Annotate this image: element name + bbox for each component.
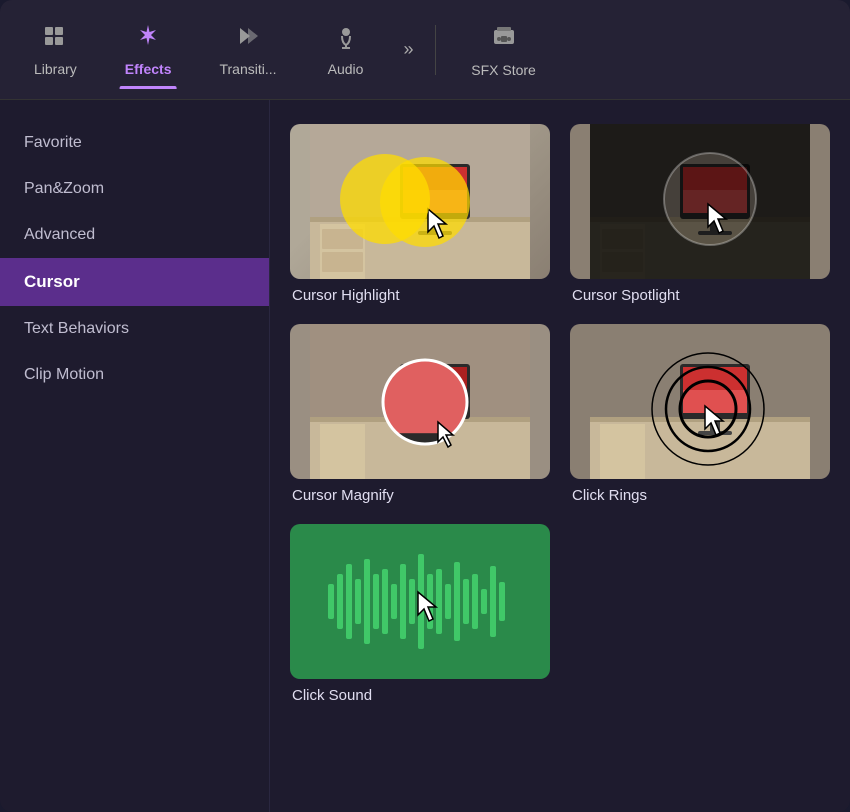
nav-item-library[interactable]: Library [10,11,101,89]
nav-items: Library Effects Transiti... [10,11,427,89]
sidebar: Favorite Pan&Zoom Advanced Cursor Text B… [0,100,270,812]
effect-item-cursor-highlight[interactable]: Cursor Highlight [290,124,550,304]
effect-label-click-rings: Click Rings [570,487,830,504]
effect-item-cursor-magnify[interactable]: Cursor Magnify [290,324,550,504]
sidebar-item-cursor[interactable]: Cursor [0,258,269,306]
sidebar-item-clip-motion[interactable]: Clip Motion [0,352,269,398]
nav-item-transitions[interactable]: Transiti... [195,11,300,89]
nav-label-transitions: Transiti... [219,61,276,77]
effect-item-click-rings[interactable]: Click Rings [570,324,830,504]
nav-label-effects: Effects [125,61,172,77]
effect-label-cursor-spotlight: Cursor Spotlight [570,287,830,304]
nav-divider [435,25,436,75]
nav-label-audio: Audio [328,61,364,77]
top-nav: Library Effects Transiti... [0,0,850,100]
effect-item-click-sound[interactable]: Click Sound [290,524,550,704]
library-icon [42,23,68,55]
sidebar-item-pan-zoom[interactable]: Pan&Zoom [0,166,269,212]
effect-thumb-cursor-spotlight [570,124,830,279]
effect-thumb-cursor-magnify [290,324,550,479]
nav-item-sfx[interactable]: SFX Store [444,10,564,90]
sidebar-item-advanced[interactable]: Advanced [0,212,269,258]
app-container: Library Effects Transiti... [0,0,850,812]
nav-item-effects[interactable]: Effects [101,11,196,89]
main-content: Favorite Pan&Zoom Advanced Cursor Text B… [0,100,850,812]
effect-thumb-click-sound [290,524,550,679]
effect-thumb-cursor-highlight [290,124,550,279]
audio-icon [333,23,359,55]
effect-label-click-sound: Click Sound [290,687,550,704]
effect-label-cursor-highlight: Cursor Highlight [290,287,550,304]
nav-label-library: Library [34,61,77,77]
effect-label-cursor-magnify: Cursor Magnify [290,487,550,504]
transitions-icon [235,23,261,55]
sidebar-item-favorite[interactable]: Favorite [0,120,269,166]
sfx-icon [490,22,518,56]
effects-grid: Cursor Highlight [290,124,830,704]
sidebar-item-text-behaviors[interactable]: Text Behaviors [0,306,269,352]
nav-label-sfx: SFX Store [471,62,536,78]
effects-panel: Cursor Highlight [270,100,850,812]
effect-thumb-click-rings [570,324,830,479]
nav-item-audio[interactable]: Audio [301,11,391,89]
nav-more-button[interactable]: » [391,32,427,68]
effects-icon [135,23,161,55]
effect-item-cursor-spotlight[interactable]: Cursor Spotlight [570,124,830,304]
